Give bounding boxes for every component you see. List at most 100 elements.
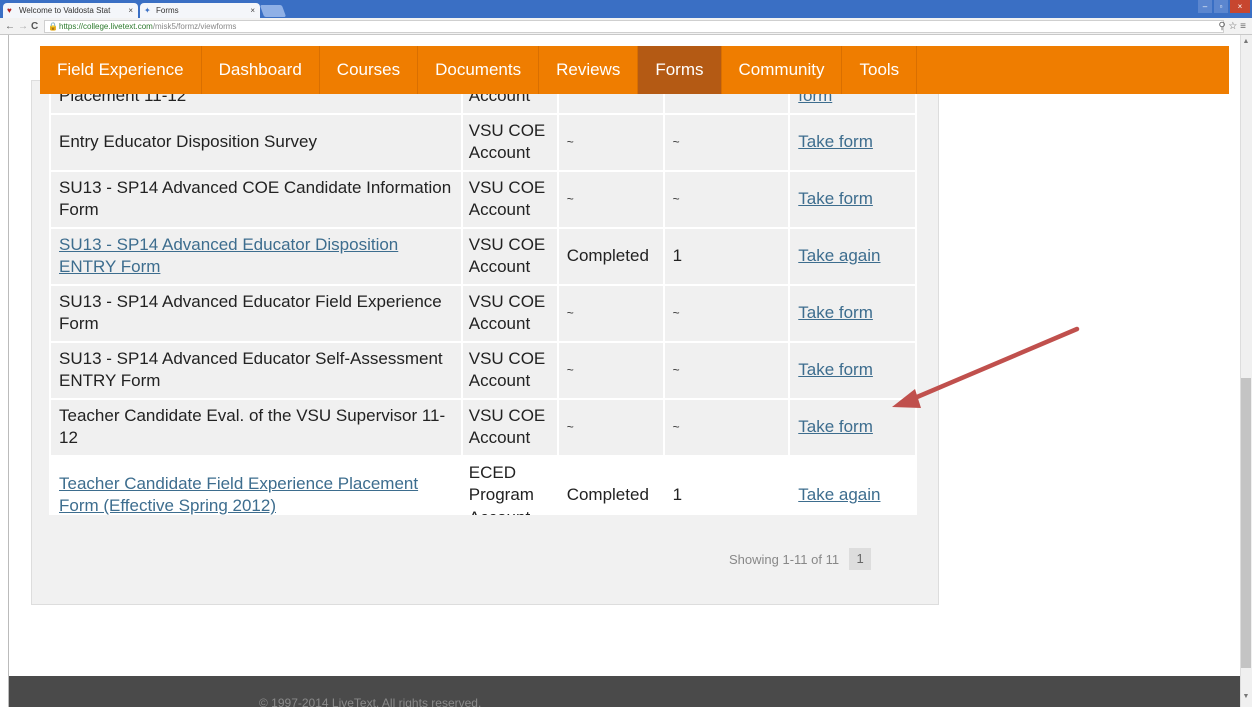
table-row: Teacher Candidate Eval. of the VSU Super… <box>49 397 917 457</box>
main-nav: Field Experience Dashboard Courses Docum… <box>40 46 1229 94</box>
account-value: VSU COE Account <box>468 348 546 391</box>
take-again-link[interactable]: Take again <box>798 485 880 504</box>
form-name-cell: SU13 - SP14 Advanced Educator Dispositio… <box>49 226 463 286</box>
count-cell: ~ <box>662 397 791 457</box>
scroll-down-icon[interactable]: ▼ <box>1240 693 1252 703</box>
form-name-cell: Teacher Candidate Eval. of the VSU Super… <box>49 397 463 457</box>
form-name[interactable]: SU13 - SP14 Advanced Educator Dispositio… <box>59 235 398 277</box>
account-value: VSU COE Account <box>468 291 546 334</box>
status-cell: ~ <box>556 169 665 229</box>
form-name: SU13 - SP14 Advanced Educator Field Expe… <box>59 291 442 334</box>
new-tab-button[interactable] <box>259 5 287 17</box>
account-value: VSU COE Account <box>468 405 546 448</box>
status-value: ~ <box>566 192 574 207</box>
form-name-cell: SU13 - SP14 Advanced COE Candidate Infor… <box>49 169 463 229</box>
count-value: 1 <box>672 245 683 265</box>
reload-icon[interactable]: C <box>31 19 38 34</box>
scrollbar-thumb[interactable] <box>1241 378 1251 668</box>
account-value: VSU COE Account <box>468 234 546 277</box>
account-cell: VSU COE Account <box>460 283 559 343</box>
account-value: VSU COE Account <box>468 120 546 163</box>
url-field[interactable]: 🔒 https://college.livetext.com/misk5/for… <box>44 20 1224 33</box>
status-value: Completed <box>566 245 649 265</box>
take-form-link[interactable]: Take form <box>798 417 873 436</box>
nav-forms[interactable]: Forms <box>638 46 722 94</box>
close-tab-icon[interactable]: × <box>128 3 133 18</box>
forward-arrow-icon[interactable]: → <box>18 19 28 34</box>
address-bar-row: ← → C 🔒 https://college.livetext.com/mis… <box>0 18 1252 35</box>
browser-tab-title: Welcome to Valdosta Stat <box>19 6 111 15</box>
count-cell <box>662 94 791 115</box>
minimize-icon[interactable]: – <box>1198 0 1212 13</box>
table-row: SU13 - SP14 Advanced Educator Field Expe… <box>49 283 917 343</box>
browser-tab-strip: ♥ Welcome to Valdosta Stat × ✦ Forms × –… <box>0 0 1252 18</box>
lock-icon: 🔒 <box>48 22 58 31</box>
take-form-link[interactable]: Take form <box>798 303 873 322</box>
forms-table: Placement 11-12 Account form Entry Educator… <box>49 94 917 515</box>
table-row: SU13 - SP14 Advanced COE Candidate Infor… <box>49 169 917 229</box>
zoom-star-menu-icons[interactable]: ⚲ ☆ ≡ <box>1218 19 1246 34</box>
take-form-link[interactable]: form <box>798 94 832 105</box>
page-footer: © 1997-2014 LiveText. All rights reserve… <box>9 676 1240 707</box>
status-value: Completed <box>566 485 649 504</box>
account-cell: VSU COE Account <box>460 112 559 172</box>
page-button[interactable]: 1 <box>849 548 872 570</box>
close-window-icon[interactable]: × <box>1230 0 1250 13</box>
form-name-cell: SU13 - SP14 Advanced Educator Self-Asses… <box>49 340 463 400</box>
status-cell: Completed <box>556 226 665 286</box>
nav-community[interactable]: Community <box>722 46 843 94</box>
status-cell: Completed <box>556 454 665 515</box>
action-cell: form <box>788 94 917 115</box>
account-cell: Account <box>460 94 559 115</box>
action-cell: Take again <box>788 226 917 286</box>
nav-tools[interactable]: Tools <box>842 46 918 94</box>
take-again-link[interactable]: Take again <box>798 246 880 265</box>
maximize-icon[interactable]: ▫ <box>1214 0 1228 13</box>
table-row: Entry Educator Disposition Survey VSU COE… <box>49 112 917 172</box>
status-value: ~ <box>566 135 574 150</box>
account-cell: VSU COE Account <box>460 397 559 457</box>
status-value: ~ <box>566 363 574 378</box>
count-cell: ~ <box>662 283 791 343</box>
take-form-link[interactable]: Take form <box>798 132 873 151</box>
form-name-cell: Teacher Candidate Field Experience Place… <box>49 454 463 515</box>
status-cell: ~ <box>556 112 665 172</box>
browser-tab-forms[interactable]: ✦ Forms × <box>140 3 260 18</box>
count-value: ~ <box>672 306 680 321</box>
table-row: Teacher Candidate Field Experience Place… <box>49 454 917 515</box>
table-row: Placement 11-12 Account form <box>49 94 917 115</box>
form-name-cell: Entry Educator Disposition Survey <box>49 112 463 172</box>
back-arrow-icon[interactable]: ← <box>5 19 15 34</box>
form-name: SU13 - SP14 Advanced COE Candidate Infor… <box>59 177 452 220</box>
nav-reviews[interactable]: Reviews <box>539 46 639 94</box>
browser-tab-welcome[interactable]: ♥ Welcome to Valdosta Stat × <box>3 3 138 18</box>
form-name[interactable]: Teacher Candidate Field Experience Place… <box>59 474 418 515</box>
count-value: ~ <box>672 420 680 435</box>
page-left-edge <box>0 35 9 707</box>
pagination: Showing 1-11 of 11 1 <box>729 547 872 571</box>
action-cell: Take form <box>788 169 917 229</box>
account-value: Account <box>468 94 531 105</box>
status-cell <box>556 94 665 115</box>
footer-copyright: © 1997-2014 LiveText. All rights reserve… <box>259 696 482 707</box>
nav-courses[interactable]: Courses <box>320 46 419 94</box>
take-form-link[interactable]: Take form <box>798 189 873 208</box>
nav-documents[interactable]: Documents <box>418 46 540 94</box>
take-form-link[interactable]: Take form <box>798 360 873 379</box>
url-host: https://college.livetext.com <box>59 22 153 31</box>
close-tab-icon[interactable]: × <box>250 3 255 18</box>
nav-field-experience[interactable]: Field Experience <box>40 46 202 94</box>
nav-dashboard[interactable]: Dashboard <box>202 46 320 94</box>
status-value: ~ <box>566 306 574 321</box>
form-name: SU13 - SP14 Advanced Educator Self-Asses… <box>59 348 443 391</box>
count-cell: 1 <box>662 454 791 515</box>
forms-table-wrapper[interactable]: Placement 11-12 Account form Entry Educator… <box>49 94 917 515</box>
scroll-up-icon[interactable]: ▲ <box>1240 38 1252 48</box>
count-cell: ~ <box>662 169 791 229</box>
count-cell: ~ <box>662 112 791 172</box>
window-controls: – ▫ × <box>1196 0 1250 14</box>
browser-tab-title: Forms <box>156 6 179 15</box>
count-value: ~ <box>672 135 680 150</box>
count-value: ~ <box>672 192 680 207</box>
account-cell: ECED Program Account <box>460 454 559 515</box>
